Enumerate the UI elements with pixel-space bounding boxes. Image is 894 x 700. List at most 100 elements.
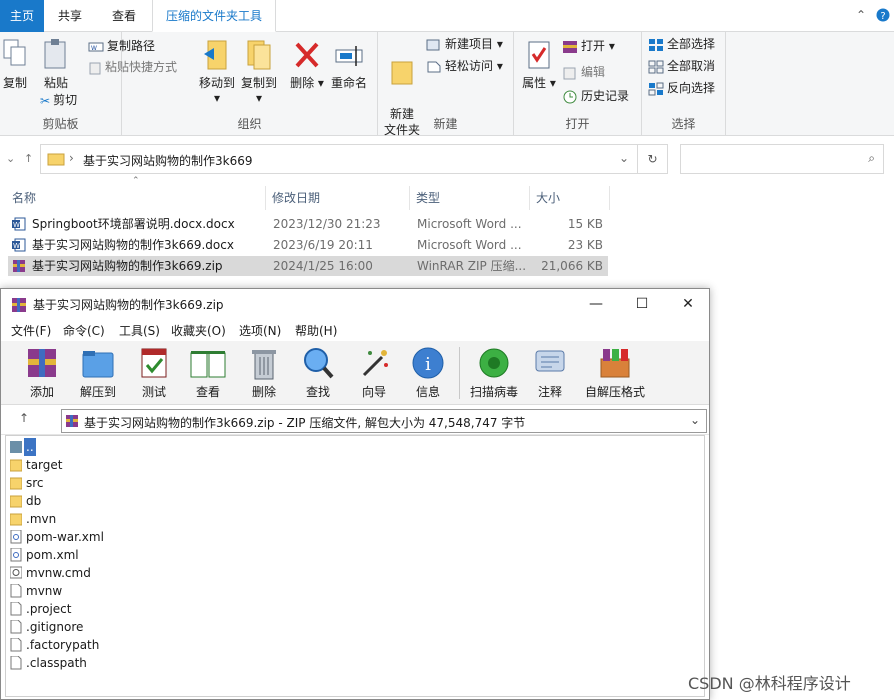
column-header-size[interactable]: 大小 — [530, 186, 610, 210]
file-row-selected[interactable]: 基于实习网站购物的制作3k669.zip 2024/1/25 16:00 Win… — [8, 256, 608, 276]
wizard-button[interactable]: 向导 — [347, 345, 401, 400]
search-icon: ⌕ — [868, 151, 875, 165]
invert-selection-icon — [648, 82, 664, 95]
history-button[interactable]: 历史记录 — [562, 86, 629, 106]
test-button[interactable]: 测试 — [127, 345, 181, 400]
select-none-button[interactable]: 全部取消 — [648, 56, 715, 76]
recent-locations-icon[interactable]: ⌄ — [6, 152, 15, 165]
collapse-ribbon-icon[interactable]: ⌃ — [856, 8, 866, 22]
copy-button[interactable]: 复制 — [0, 38, 30, 91]
file-icon — [10, 620, 22, 634]
breadcrumb-folder[interactable]: 基于实习网站购物的制作3k669 — [83, 152, 253, 169]
menu-file[interactable]: 文件(F) — [11, 322, 51, 339]
close-icon: ✕ — [682, 296, 694, 312]
up-arrow-icon[interactable]: ↑ — [24, 152, 33, 165]
scan-virus-button[interactable]: 扫描病毒 — [465, 345, 523, 400]
search-input[interactable]: ⌕ — [680, 144, 884, 174]
menu-options[interactable]: 选项(N) — [239, 322, 281, 339]
minimize-button[interactable]: — — [573, 289, 619, 319]
refresh-button[interactable]: ↻ — [638, 144, 668, 174]
word-icon: W — [12, 217, 26, 231]
comment-icon — [535, 350, 565, 372]
close-button[interactable]: ✕ — [665, 289, 711, 319]
clipboard-group: 复制 粘贴 W 复制路径 粘贴快捷方式 ✂ 剪切 剪贴板 — [0, 32, 177, 136]
select-group: 全部选择 全部取消 反向选择 选择 — [642, 32, 726, 136]
delete-archive-button[interactable]: 删除 — [237, 345, 291, 400]
delete-button[interactable]: 删除 ▾ — [290, 38, 324, 91]
open-button[interactable]: 打开 ▾ — [562, 36, 615, 56]
svg-text:W: W — [13, 221, 20, 229]
column-header-date[interactable]: 修改日期 — [266, 186, 410, 210]
item-name: mvnw.cmd — [26, 566, 91, 580]
address-box[interactable]: › 基于实习网站购物的制作3k669 ⌄ — [40, 144, 638, 174]
column-header-name[interactable]: 名称 — [6, 186, 266, 210]
menu-favorites[interactable]: 收藏夹(O) — [171, 322, 226, 339]
winrar-toolbar: 添加 解压到 测试 查看 删除 查找 向导 i 信息 扫描病毒 注释 自解压格式 — [1, 341, 709, 405]
winrar-icon — [13, 260, 25, 272]
paste-button[interactable]: 粘贴 — [38, 38, 74, 91]
ribbon-tab-bar: 主页 共享 查看 压缩的文件夹工具 ⌃ ? — [0, 0, 894, 32]
column-header-type[interactable]: 类型 — [410, 186, 530, 210]
menu-tools[interactable]: 工具(S) — [119, 322, 160, 339]
info-button[interactable]: i 信息 — [401, 345, 455, 400]
winrar-small-icon — [563, 40, 577, 53]
tab-share[interactable]: 共享 — [50, 0, 90, 32]
up-one-level-icon[interactable]: ↑ — [19, 411, 29, 425]
cut-button[interactable]: ✂ 剪切 — [40, 90, 77, 110]
easy-access-button[interactable]: 轻松访问 ▾ — [426, 56, 503, 76]
maximize-icon: ☐ — [635, 296, 649, 312]
folder-icon — [10, 459, 22, 472]
tab-view[interactable]: 查看 — [104, 0, 144, 32]
item-name: .factorypath — [26, 638, 100, 652]
tab-compressed-folder-tools[interactable]: 压缩的文件夹工具 — [152, 0, 276, 32]
breadcrumb-chevron-icon: › — [69, 151, 74, 165]
folder-icon — [10, 477, 22, 490]
magic-wand-icon — [362, 350, 388, 377]
sfx-button[interactable]: 自解压格式 — [583, 345, 647, 400]
extract-to-button[interactable]: 解压到 — [71, 345, 125, 400]
file-icon — [10, 656, 22, 670]
svg-text:?: ? — [880, 11, 885, 22]
menu-help[interactable]: 帮助(H) — [295, 322, 337, 339]
invert-selection-button[interactable]: 反向选择 — [648, 78, 715, 98]
rename-button[interactable]: 重命名 — [326, 38, 372, 91]
winrar-window: 基于实习网站购物的制作3k669.zip — ☐ ✕ 文件(F) 命令(C) 工… — [0, 288, 710, 700]
sfx-box-icon — [600, 349, 630, 378]
archive-path-box[interactable]: 基于实习网站购物的制作3k669.zip - ZIP 压缩文件, 解包大小为 4… — [61, 409, 707, 433]
file-date: 2023/12/30 21:23 — [273, 217, 381, 231]
help-icon[interactable]: ? — [876, 8, 890, 25]
file-list: ⌃ 名称 修改日期 类型 大小 W Springboot环境部署说明.docx.… — [0, 176, 894, 288]
parent-folder-icon — [10, 441, 22, 453]
properties-button[interactable]: 属性 ▾ — [522, 38, 556, 91]
tab-home[interactable]: 主页 — [0, 0, 44, 32]
winrar-title-bar[interactable]: 基于实习网站购物的制作3k669.zip — ☐ ✕ — [1, 289, 709, 319]
path-dropdown-icon[interactable]: ⌄ — [690, 413, 700, 427]
comment-button[interactable]: 注释 — [523, 345, 577, 400]
maximize-button[interactable]: ☐ — [619, 289, 665, 319]
menu-commands[interactable]: 命令(C) — [63, 322, 105, 339]
clipboard-group-label: 剪贴板 — [42, 117, 79, 131]
new-item-button[interactable]: 新建项目 ▾ — [426, 34, 503, 54]
delete-x-icon — [295, 42, 319, 68]
xml-file-icon — [10, 548, 22, 562]
move-to-button[interactable]: 移动到 ▾ — [196, 38, 238, 105]
virus-scan-icon — [479, 348, 509, 378]
add-button[interactable]: 添加 — [15, 345, 69, 400]
file-type: Microsoft Word ... — [417, 238, 522, 252]
address-dropdown-icon[interactable]: ⌄ — [619, 151, 629, 165]
edit-icon — [563, 67, 576, 79]
select-all-button[interactable]: 全部选择 — [648, 34, 715, 54]
edit-button[interactable]: 编辑 — [562, 62, 605, 82]
view-button[interactable]: 查看 — [181, 345, 235, 400]
find-button[interactable]: 查找 — [291, 345, 345, 400]
word-icon: W — [12, 238, 26, 252]
copy-to-button[interactable]: 复制到 ▾ — [238, 38, 280, 105]
file-row[interactable]: W Springboot环境部署说明.docx.docx 2023/12/30 … — [8, 214, 608, 234]
test-icon — [141, 348, 167, 378]
file-row[interactable]: W 基于实习网站购物的制作3k669.docx 2023/6/19 20:11 … — [8, 235, 608, 255]
item-name: .gitignore — [26, 620, 84, 634]
item-name: target — [26, 458, 63, 472]
winrar-icon — [66, 415, 78, 427]
select-none-icon — [648, 60, 664, 73]
copy-icon — [3, 39, 26, 66]
